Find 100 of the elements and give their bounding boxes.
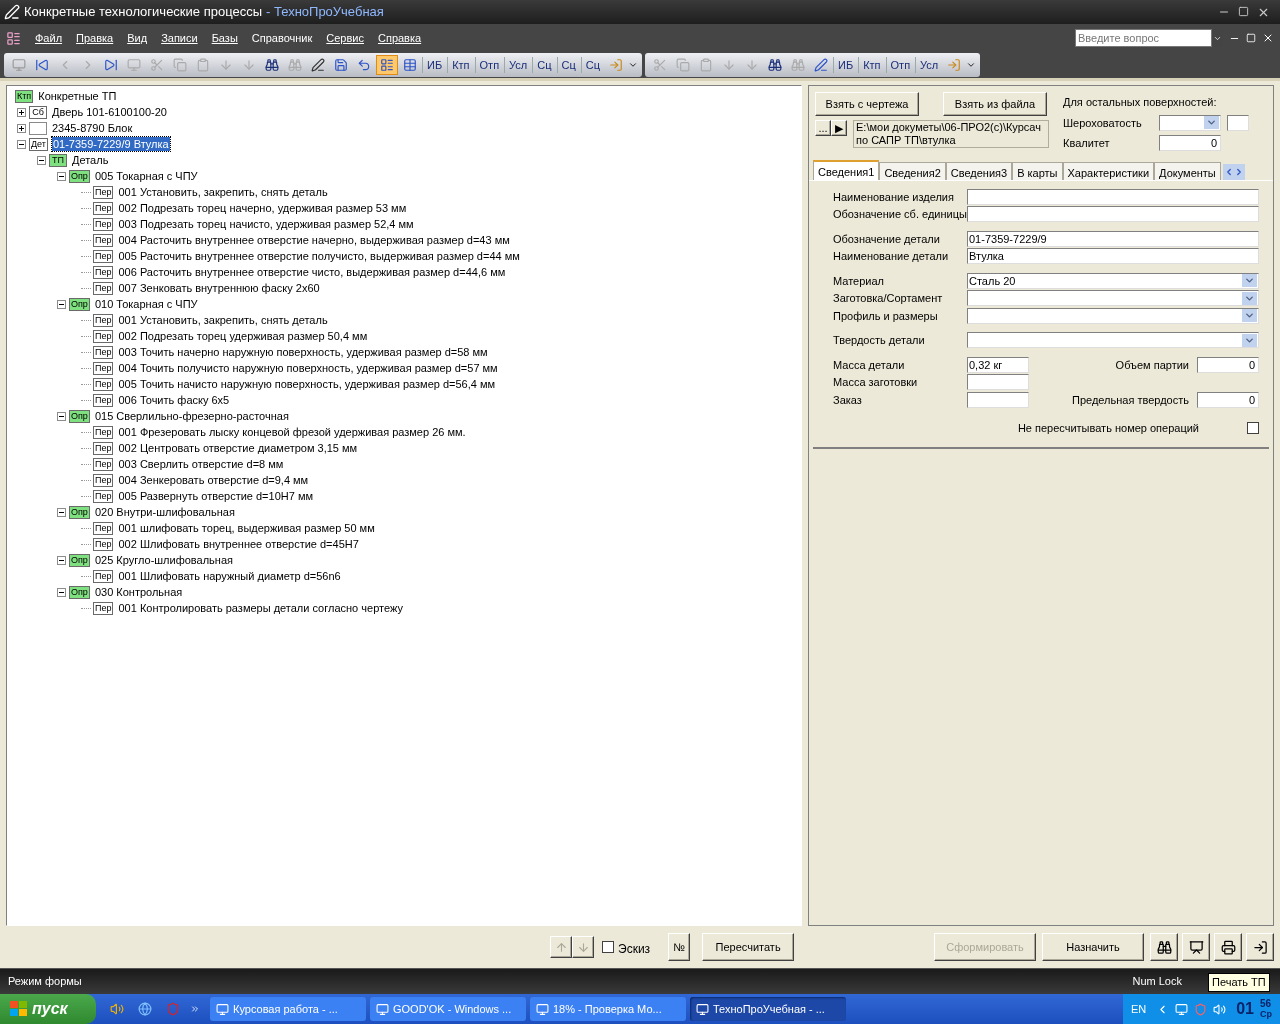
tree-item[interactable]: 003 Точить начерно наружную поверхность, удерживая размер d=58 мм <box>117 345 489 359</box>
tree-item[interactable]: 006 Расточить внутреннее отверстие чисто, выдерживая размер d=44,6 мм <box>117 265 507 279</box>
checkbox[interactable] <box>602 941 614 953</box>
action-button[interactable]: Назначить <box>1042 933 1144 961</box>
tab[interactable]: Характеристики <box>1062 161 1155 180</box>
taskbar-button[interactable]: 18% - Проверка Мо... <box>530 997 686 1021</box>
toolbar-button[interactable]: Отп <box>885 56 915 74</box>
tree-item[interactable]: 001 Контролировать размеры детали согласно чертежу <box>117 601 404 615</box>
input-field[interactable] <box>967 374 1029 391</box>
tree-item[interactable]: 2345-8790 Блок <box>51 121 134 135</box>
toolbar-button[interactable]: Усл <box>915 56 943 74</box>
tree-item[interactable]: 005 Развернуть отверстие d=10Н7 мм <box>117 489 314 503</box>
toolbar-button[interactable]: Усл <box>504 56 532 74</box>
tree-item[interactable]: 001 шлифовать торец, выдерживая размер 50 мм <box>117 521 376 535</box>
tab[interactable]: Документы <box>1154 161 1221 180</box>
tree-item[interactable]: 001 Шлифовать наружный диаметр d=56n6 <box>117 569 342 583</box>
source-button[interactable]: Взять с чертежа <box>815 92 919 116</box>
tree-item[interactable]: 002 Центровать отверстие диаметром 3,15 мм <box>117 441 359 455</box>
tree-item[interactable]: 002 Подрезать торец удерживая размер 50,4 мм <box>117 329 369 343</box>
preview-button[interactable] <box>1182 933 1210 961</box>
tree-item[interactable]: 004 Точить получисто наружную поверхность, удерживая размер d=57 мм <box>117 361 499 375</box>
toolbar-button[interactable]: Сц <box>580 56 604 74</box>
tab[interactable]: Сведения3 <box>945 161 1013 180</box>
menu-item[interactable]: Справка <box>378 29 422 47</box>
dropdown-field[interactable] <box>967 307 1259 324</box>
taskbar-button[interactable]: ТехноПроУчебная - ... <box>690 997 846 1021</box>
tree-item[interactable]: 001 Фрезеровать лыску концевой фрезой удерживая размер 26 мм. <box>117 425 467 439</box>
menu-item[interactable]: Записи <box>161 29 198 47</box>
input-field[interactable]: 0 <box>1197 356 1259 373</box>
input-field[interactable] <box>967 188 1259 205</box>
toolbar-button[interactable]: Ктп <box>447 56 474 74</box>
recalculate-button[interactable]: Пересчитать <box>702 933 795 961</box>
tree-item[interactable]: 020 Внутри-шлифовальная <box>93 505 236 519</box>
tree-item[interactable]: 002 Подрезать торец начерно, удерживая размер 53 мм <box>117 201 408 215</box>
collapse-toggle[interactable] <box>57 171 66 181</box>
dropdown-field[interactable]: Сталь 20 <box>967 272 1259 289</box>
exit-button[interactable] <box>1246 933 1274 961</box>
exit-icon[interactable] <box>609 58 623 72</box>
tree-item[interactable]: 005 Расточить внутреннее отверстие получисто, выдерживая размер d=44 мм <box>117 249 521 263</box>
browse-button[interactable]: ... <box>815 120 831 136</box>
form-view-button[interactable] <box>376 55 398 75</box>
tree-item[interactable]: 004 Расточить внутреннее отверстие начерно, выдерживая размер d=43 мм <box>117 233 511 247</box>
quick-launch-icon[interactable] <box>110 1002 124 1016</box>
undo-icon[interactable] <box>357 58 371 72</box>
print-button[interactable] <box>1214 933 1242 961</box>
find-icon[interactable] <box>768 58 782 72</box>
collapse-toggle[interactable] <box>57 587 66 597</box>
input-field[interactable]: 0 <box>1197 391 1259 408</box>
menu-item[interactable]: Базы <box>211 29 238 47</box>
checkbox[interactable] <box>1247 422 1259 435</box>
collapse-toggle[interactable] <box>57 555 66 565</box>
input-field[interactable]: 0 <box>1159 135 1221 152</box>
tree-item[interactable]: 001 Установить, закрепить, снять деталь <box>117 313 329 327</box>
input-field[interactable]: Втулка <box>967 248 1259 265</box>
tab[interactable]: В карты <box>1012 161 1063 180</box>
start-button[interactable]: пуск <box>0 994 96 1024</box>
toolbar-button[interactable]: ИБ <box>833 56 858 74</box>
find-button[interactable] <box>1150 933 1178 961</box>
collapse-toggle[interactable] <box>57 299 66 309</box>
input-field[interactable]: 01-7359-7229/9 <box>967 230 1259 247</box>
last-record-icon[interactable] <box>104 58 118 72</box>
dropdown-field[interactable] <box>967 332 1259 349</box>
tree-item[interactable]: 004 Зенкеровать отверстие d=9,4 мм <box>117 473 310 487</box>
tree-item[interactable]: Дверь 101-6100100-20 <box>51 105 168 119</box>
collapse-toggle[interactable] <box>57 507 66 517</box>
expand-toggle[interactable] <box>17 107 26 117</box>
taskbar-button[interactable]: Курсовая работа - ... <box>210 997 366 1021</box>
menu-item[interactable]: Правка <box>76 29 114 47</box>
expand-toggle[interactable] <box>17 123 26 133</box>
open-button[interactable]: ▶ <box>831 120 847 136</box>
tree-item[interactable]: 003 Подрезать торец начисто, удерживая размер 52,4 мм <box>117 217 415 231</box>
toolbar-button[interactable]: Ктп <box>858 56 885 74</box>
tree-item[interactable]: 015 Сверлильно-фрезерно-расточная <box>93 409 290 423</box>
toolbar-button[interactable]: Отп <box>474 56 504 74</box>
tab[interactable]: Сведения1 <box>813 159 880 180</box>
number-button[interactable]: № <box>668 933 691 961</box>
tree-item[interactable]: 005 Токарная с ЧПУ <box>93 169 199 183</box>
toolbar-button[interactable]: ИБ <box>422 56 447 74</box>
exit-icon[interactable] <box>947 58 962 72</box>
tree-item[interactable]: Деталь <box>71 153 110 167</box>
dropdown-field[interactable] <box>967 290 1259 307</box>
tree-item[interactable]: 005 Точить начисто наружную поверхность, удерживая размер d=56,4 мм <box>117 377 497 391</box>
collapse-toggle[interactable] <box>37 155 46 165</box>
menu-item[interactable]: Сервис <box>326 29 364 47</box>
tree-item[interactable]: 002 Шлифовать внутреннее отверстие d=45Н7 <box>117 537 360 551</box>
menu-item[interactable]: Вид <box>127 29 148 47</box>
collapse-toggle[interactable] <box>17 139 26 149</box>
toolbar-button[interactable]: Сц <box>532 56 556 74</box>
collapse-toggle[interactable] <box>57 411 66 421</box>
tree-item[interactable]: 030 Контрольная <box>93 585 184 599</box>
tree-item[interactable]: 003 Сверлить отверстие d=8 мм <box>117 457 285 471</box>
menu-item[interactable]: Справочник <box>251 29 313 47</box>
tree-item[interactable]: 010 Токарная с ЧПУ <box>93 297 199 311</box>
dropdown-field[interactable] <box>1159 114 1221 131</box>
find-icon[interactable] <box>265 58 279 72</box>
quick-launch-icon[interactable] <box>138 1002 152 1016</box>
source-button[interactable]: Взять из файла <box>943 92 1047 116</box>
input-field[interactable] <box>967 206 1259 223</box>
input-field[interactable]: 0,32 кг <box>967 356 1029 373</box>
tree-item[interactable]: 007 Зенковать внутреннюю фаску 2х60 <box>117 281 321 295</box>
